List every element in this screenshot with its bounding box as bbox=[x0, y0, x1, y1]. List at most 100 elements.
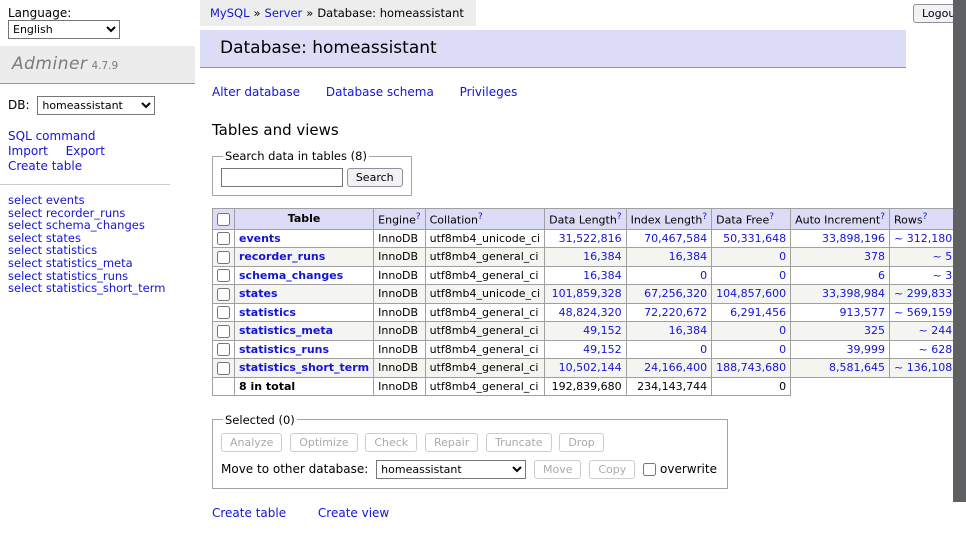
repair-button[interactable]: Repair bbox=[425, 433, 478, 452]
data-free-link[interactable]: 188,743,680 bbox=[716, 361, 786, 374]
auto-increment-link[interactable]: 378 bbox=[864, 250, 885, 263]
database-schema-link[interactable]: Database schema bbox=[326, 85, 434, 99]
auto-increment-help-link[interactable]: ? bbox=[880, 212, 885, 222]
index-length-link[interactable]: 0 bbox=[700, 343, 707, 356]
db-select[interactable]: homeassistant bbox=[37, 96, 155, 115]
sidebar-link-export[interactable]: Export bbox=[66, 144, 105, 158]
index-length-link[interactable]: 0 bbox=[700, 269, 707, 282]
rows-count-link[interactable]: ~ 569,159 bbox=[894, 306, 952, 319]
row-checkbox[interactable] bbox=[217, 362, 230, 375]
table-link[interactable]: schema_changes bbox=[239, 269, 343, 282]
data-length-link[interactable]: 49,152 bbox=[583, 324, 622, 337]
truncate-button[interactable]: Truncate bbox=[486, 433, 551, 452]
data-free-link[interactable]: 50,331,648 bbox=[723, 232, 786, 245]
engine-help-link[interactable]: ? bbox=[416, 212, 421, 222]
rows-count-link[interactable]: ~ 299,833 bbox=[894, 287, 952, 300]
data-length-link[interactable]: 16,384 bbox=[583, 250, 622, 263]
sidebar-item-select-events[interactable]: select events bbox=[8, 194, 187, 207]
row-checkbox[interactable] bbox=[217, 232, 230, 245]
rows-help-link[interactable]: ? bbox=[923, 212, 928, 222]
sidebar-item-select-statistics-short-term[interactable]: select statistics_short_term bbox=[8, 282, 187, 295]
auto-increment-link[interactable]: 33,898,196 bbox=[822, 232, 885, 245]
select-all-checkbox[interactable] bbox=[217, 213, 230, 226]
selected-fieldset: Selected (0) Analyze Optimize Check Repa… bbox=[212, 413, 728, 489]
data-free-help-link[interactable]: ? bbox=[769, 212, 774, 222]
sidebar-item-select-statistics-meta[interactable]: select statistics_meta bbox=[8, 257, 187, 270]
table-row: statistics_runs InnoDB utf8mb4_general_c… bbox=[213, 340, 966, 359]
auto-increment-link[interactable]: 913,577 bbox=[840, 306, 886, 319]
app-logo[interactable]: Adminer4.7.9 bbox=[0, 46, 195, 84]
analyze-button[interactable]: Analyze bbox=[221, 433, 282, 452]
rows-count-link[interactable]: ~ 3 bbox=[932, 269, 952, 282]
breadcrumb-mysql[interactable]: MySQL bbox=[210, 6, 250, 20]
table-link[interactable]: states bbox=[239, 287, 278, 300]
table-link[interactable]: statistics bbox=[239, 306, 296, 319]
search-button[interactable]: Search bbox=[347, 168, 403, 187]
overwrite-label[interactable]: overwrite bbox=[660, 462, 717, 476]
auto-increment-link[interactable]: 33,398,984 bbox=[822, 287, 885, 300]
data-free-link[interactable]: 0 bbox=[779, 343, 786, 356]
row-checkbox[interactable] bbox=[217, 251, 230, 264]
table-link[interactable]: statistics_runs bbox=[239, 343, 329, 356]
privileges-link[interactable]: Privileges bbox=[460, 85, 518, 99]
table-link[interactable]: events bbox=[239, 232, 281, 245]
index-length-link[interactable]: 67,256,320 bbox=[644, 287, 707, 300]
row-checkbox[interactable] bbox=[217, 306, 230, 319]
data-length-link[interactable]: 49,152 bbox=[583, 343, 622, 356]
data-length-link[interactable]: 31,522,816 bbox=[559, 232, 622, 245]
data-free-link[interactable]: 0 bbox=[779, 269, 786, 282]
data-length-link[interactable]: 101,859,328 bbox=[552, 287, 622, 300]
table-link[interactable]: recorder_runs bbox=[239, 250, 325, 263]
data-free-link[interactable]: 6,291,456 bbox=[730, 306, 786, 319]
create-table-link[interactable]: Create table bbox=[212, 506, 286, 520]
row-checkbox[interactable] bbox=[217, 343, 230, 356]
data-length-link[interactable]: 10,502,144 bbox=[559, 361, 622, 374]
breadcrumb-server[interactable]: Server bbox=[265, 6, 303, 20]
move-button[interactable]: Move bbox=[534, 460, 582, 479]
create-view-link[interactable]: Create view bbox=[318, 506, 389, 520]
index-length-link[interactable]: 16,384 bbox=[669, 250, 708, 263]
overwrite-checkbox[interactable] bbox=[643, 463, 656, 476]
copy-button[interactable]: Copy bbox=[589, 460, 635, 479]
sidebar-item-select-schema-changes[interactable]: select schema_changes bbox=[8, 219, 187, 232]
data-free-link[interactable]: 104,857,600 bbox=[716, 287, 786, 300]
rows-count-link[interactable]: ~ 312,180 bbox=[894, 232, 952, 245]
rows-count-link[interactable]: ~ 628 bbox=[918, 343, 952, 356]
index-length-link[interactable]: 24,166,400 bbox=[644, 361, 707, 374]
move-database-select[interactable]: homeassistant bbox=[376, 460, 526, 479]
index-length-link[interactable]: 72,220,672 bbox=[644, 306, 707, 319]
data-length-help-link[interactable]: ? bbox=[617, 212, 622, 222]
drop-button[interactable]: Drop bbox=[559, 433, 603, 452]
data-length-link[interactable]: 48,824,320 bbox=[559, 306, 622, 319]
table-link[interactable]: statistics_short_term bbox=[239, 361, 369, 374]
data-free-link[interactable]: 0 bbox=[779, 324, 786, 337]
row-checkbox[interactable] bbox=[217, 288, 230, 301]
rows-count-link[interactable]: ~ 244 bbox=[918, 324, 952, 337]
vertical-scrollbar[interactable] bbox=[953, 0, 966, 543]
row-checkbox[interactable] bbox=[217, 269, 230, 282]
optimize-button[interactable]: Optimize bbox=[290, 433, 357, 452]
index-length-link[interactable]: 70,467,584 bbox=[644, 232, 707, 245]
collation-help-link[interactable]: ? bbox=[478, 212, 483, 222]
data-length-link[interactable]: 16,384 bbox=[583, 269, 622, 282]
index-length-help-link[interactable]: ? bbox=[702, 212, 707, 222]
auto-increment-link[interactable]: 39,999 bbox=[847, 343, 886, 356]
auto-increment-link[interactable]: 325 bbox=[864, 324, 885, 337]
auto-increment-link[interactable]: 8,581,645 bbox=[829, 361, 885, 374]
auto-increment-link[interactable]: 6 bbox=[878, 269, 885, 282]
check-button[interactable]: Check bbox=[365, 433, 417, 452]
index-length-link[interactable]: 16,384 bbox=[669, 324, 708, 337]
sidebar-link-import[interactable]: Import bbox=[8, 144, 48, 158]
alter-database-link[interactable]: Alter database bbox=[212, 85, 300, 99]
scrollbar-thumb[interactable] bbox=[953, 0, 966, 502]
data-free-link[interactable]: 0 bbox=[779, 250, 786, 263]
rows-count-link[interactable]: ~ 136,108 bbox=[894, 361, 952, 374]
sidebar-link-create-table[interactable]: Create table bbox=[8, 159, 82, 173]
table-link[interactable]: statistics_meta bbox=[239, 324, 333, 337]
engine-cell: InnoDB bbox=[374, 322, 425, 341]
rows-count-link[interactable]: ~ 5 bbox=[932, 250, 952, 263]
row-checkbox[interactable] bbox=[217, 325, 230, 338]
sidebar-link-sql-command[interactable]: SQL command bbox=[8, 129, 95, 143]
language-select[interactable]: English bbox=[8, 20, 120, 39]
search-input[interactable] bbox=[221, 168, 343, 187]
